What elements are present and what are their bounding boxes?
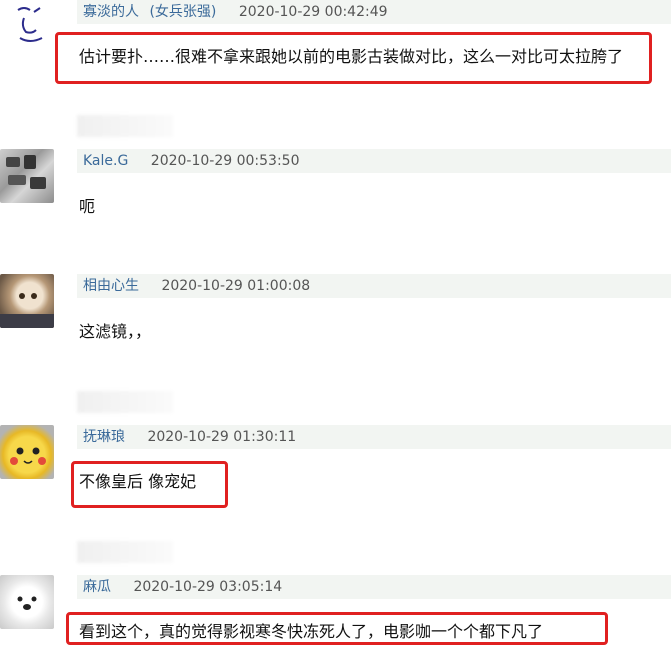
comment-text: 估计要扑……很难不拿来跟她以前的电影古装做对比，这么一对比可太拉胯了 [79, 47, 624, 66]
blurred-redaction [77, 541, 173, 563]
blurred-redaction [77, 391, 173, 413]
comment-header: Kale.G 2020-10-29 00:53:50 [77, 149, 671, 173]
avatar[interactable] [0, 0, 54, 54]
timestamp: 2020-10-29 03:05:14 [133, 579, 283, 595]
timestamp: 2020-10-29 01:00:08 [161, 278, 311, 294]
cat-photo-icon [0, 293, 54, 328]
timestamp: 2020-10-29 00:53:50 [150, 153, 300, 169]
timestamp: 2020-10-29 01:30:11 [147, 429, 297, 445]
comment-text: 呃 [79, 197, 96, 216]
timestamp: 2020-10-29 00:42:49 [238, 4, 388, 20]
username-link[interactable]: Kale.G [83, 153, 128, 169]
comment-text: 看到这个，真的觉得影视寒冬快冻死人了，电影咖一个个都下凡了 [79, 622, 544, 641]
comment-header: 麻瓜 2020-10-29 03:05:14 [77, 575, 671, 599]
user-tag: (女兵张强) [149, 4, 217, 20]
username-link[interactable]: 相由心生 [83, 278, 139, 294]
avatar[interactable] [0, 274, 54, 328]
gadgets-photo-icon [6, 155, 46, 189]
blurred-redaction [77, 115, 173, 137]
avatar[interactable] [0, 149, 54, 203]
username-link[interactable]: 麻瓜 [83, 579, 111, 595]
pikachu-photo-icon [10, 447, 46, 465]
comment-header: 相由心生 2020-10-29 01:00:08 [77, 274, 671, 298]
avatar[interactable] [0, 425, 54, 479]
comment-header: 抚琳琅 2020-10-29 01:30:11 [77, 425, 671, 449]
dog-photo-icon [17, 596, 37, 610]
avatar[interactable] [0, 575, 54, 629]
username-link[interactable]: 寡淡的人 [83, 4, 139, 20]
comment-header: 寡淡的人 (女兵张强) 2020-10-29 00:42:49 [77, 0, 671, 24]
comment-text: 这滤镜，， [79, 322, 152, 341]
comment-text: 不像皇后 像宠妃 [79, 472, 197, 491]
username-link[interactable]: 抚琳琅 [83, 429, 125, 445]
sketch-face-icon [17, 7, 43, 42]
